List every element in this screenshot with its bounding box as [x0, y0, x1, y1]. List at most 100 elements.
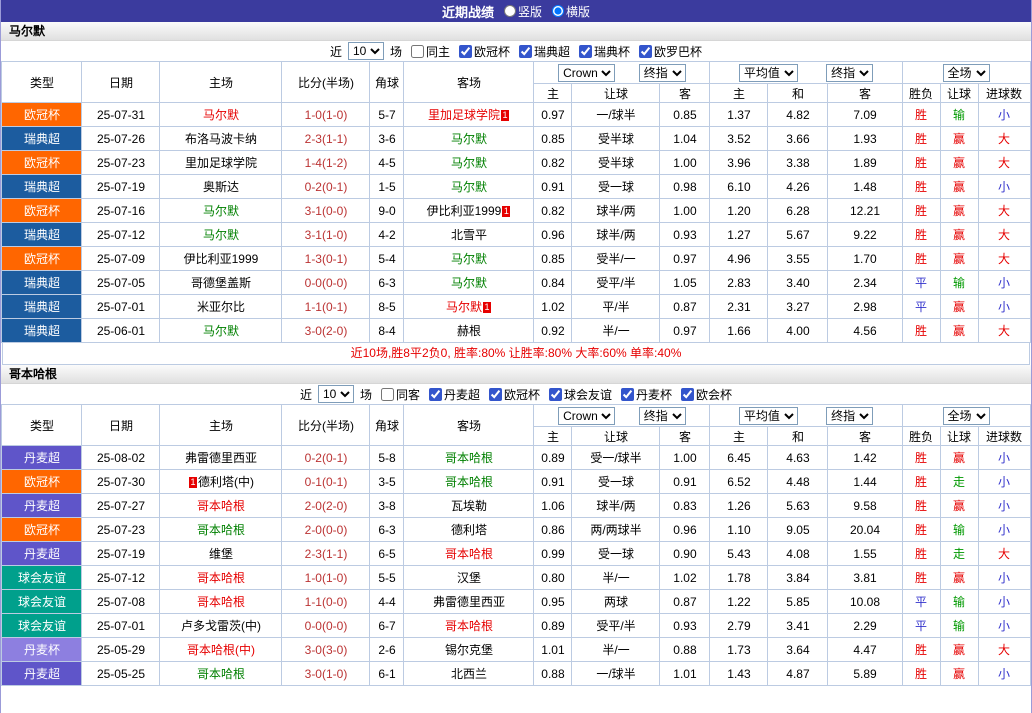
away-team[interactable]: 马尔默1: [446, 300, 492, 314]
home-team[interactable]: 马尔默: [203, 228, 239, 242]
bookmaker-select[interactable]: Crown: [558, 64, 615, 82]
same-venue-filter-checkbox[interactable]: [381, 388, 394, 401]
league-filter[interactable]: 欧罗巴杯: [633, 43, 702, 60]
match-score[interactable]: 1-1(0-1): [282, 295, 370, 319]
home-team[interactable]: 马尔默: [203, 204, 239, 218]
match-score[interactable]: 1-0(1-0): [282, 566, 370, 590]
away-team[interactable]: 哥本哈根: [445, 475, 493, 489]
match-score[interactable]: 0-2(0-1): [282, 446, 370, 470]
league-filter[interactable]: 欧会杯: [675, 386, 732, 403]
league-filter[interactable]: 球会友谊: [543, 386, 612, 403]
league-filter-checkbox[interactable]: [681, 388, 694, 401]
same-venue-filter[interactable]: 同客: [375, 386, 420, 403]
match-score[interactable]: 1-4(1-2): [282, 151, 370, 175]
ah-index-select[interactable]: 终指: [639, 407, 686, 425]
match-score[interactable]: 3-0(1-0): [282, 662, 370, 686]
match-score[interactable]: 0-0(0-0): [282, 614, 370, 638]
away-team[interactable]: 哥本哈根: [445, 547, 493, 561]
euro-avg-select[interactable]: 平均值: [739, 407, 798, 425]
away-team[interactable]: 哥本哈根: [445, 619, 493, 633]
league-filter-checkbox[interactable]: [639, 45, 652, 58]
same-venue-filter-checkbox[interactable]: [411, 45, 424, 58]
away-team[interactable]: 马尔默: [451, 156, 487, 170]
match-score[interactable]: 0-2(0-1): [282, 175, 370, 199]
league-filter-checkbox[interactable]: [489, 388, 502, 401]
home-team[interactable]: 里加足球学院: [185, 156, 257, 170]
home-team[interactable]: 伊比利亚1999: [184, 252, 259, 266]
league-filter-checkbox[interactable]: [429, 388, 442, 401]
home-team[interactable]: 哥本哈根(中): [187, 643, 255, 657]
away-team[interactable]: 马尔默: [451, 180, 487, 194]
home-team[interactable]: 弗雷德里西亚: [185, 451, 257, 465]
away-team[interactable]: 北雪平: [451, 228, 487, 242]
home-team[interactable]: 马尔默: [203, 108, 239, 122]
match-score[interactable]: 3-1(0-0): [282, 199, 370, 223]
away-team[interactable]: 哥本哈根: [445, 451, 493, 465]
home-team[interactable]: 布洛马波卡纳: [185, 132, 257, 146]
layout-option-vertical[interactable]: 竖版: [504, 3, 542, 20]
home-team[interactable]: 1德利塔(中): [188, 475, 254, 489]
match-score[interactable]: 2-0(0-0): [282, 518, 370, 542]
match-score[interactable]: 3-1(1-0): [282, 223, 370, 247]
league-filter-checkbox[interactable]: [549, 388, 562, 401]
away-team[interactable]: 马尔默: [451, 252, 487, 266]
league-filter-checkbox[interactable]: [459, 45, 472, 58]
home-team[interactable]: 哥本哈根: [197, 499, 245, 513]
league-filter-checkbox[interactable]: [519, 45, 532, 58]
league-filter-checkbox[interactable]: [579, 45, 592, 58]
away-team[interactable]: 北西兰: [451, 667, 487, 681]
match-scope-select[interactable]: 全场: [943, 64, 990, 82]
match-score[interactable]: 0-0(0-0): [282, 271, 370, 295]
vertical-layout-radio[interactable]: [504, 5, 516, 17]
euro-index-select[interactable]: 终指: [826, 407, 873, 425]
away-team[interactable]: 马尔默: [451, 276, 487, 290]
home-team[interactable]: 哥本哈根: [197, 523, 245, 537]
euro-avg-select[interactable]: 平均值: [739, 64, 798, 82]
home-team[interactable]: 马尔默: [203, 324, 239, 338]
away-team[interactable]: 赫根: [457, 324, 481, 338]
away-team[interactable]: 锡尔克堡: [445, 643, 493, 657]
match-score[interactable]: 1-0(1-0): [282, 103, 370, 127]
away-team[interactable]: 德利塔: [451, 523, 487, 537]
euro-index-select[interactable]: 终指: [826, 64, 873, 82]
layout-option-horizontal[interactable]: 横版: [552, 3, 590, 20]
league-filter[interactable]: 欧冠杯: [453, 43, 510, 60]
home-team[interactable]: 米亚尔比: [197, 300, 245, 314]
league-filter[interactable]: 丹麦超: [423, 386, 480, 403]
same-venue-filter[interactable]: 同主: [405, 43, 450, 60]
home-team[interactable]: 卢多戈雷茨(中): [181, 619, 261, 633]
home-team[interactable]: 维堡: [209, 547, 233, 561]
match-score[interactable]: 2-3(1-1): [282, 127, 370, 151]
match-score[interactable]: 2-0(2-0): [282, 494, 370, 518]
away-team[interactable]: 汉堡: [457, 571, 481, 585]
away-team[interactable]: 弗雷德里西亚: [433, 595, 505, 609]
home-team[interactable]: 哥本哈根: [197, 571, 245, 585]
league-filter[interactable]: 丹麦杯: [615, 386, 672, 403]
away-team[interactable]: 瓦埃勒: [451, 499, 487, 513]
match-scope-select[interactable]: 全场: [943, 407, 990, 425]
league-filter-checkbox[interactable]: [621, 388, 634, 401]
ah-index-select[interactable]: 终指: [639, 64, 686, 82]
home-team[interactable]: 哥本哈根: [197, 595, 245, 609]
section-malmo: 马尔默 近10场同主欧冠杯瑞典超瑞典杯欧罗巴杯 类型 日期 主场 比分(半场) …: [1, 22, 1031, 365]
away-team[interactable]: 伊比利亚19991: [427, 204, 512, 218]
home-team[interactable]: 哥本哈根: [197, 667, 245, 681]
match-row: 瑞典超25-06-01马尔默3-0(2-0)8-4赫根0.92半/一0.971.…: [2, 319, 1030, 343]
away-team[interactable]: 里加足球学院1: [428, 108, 510, 122]
league-filter[interactable]: 瑞典杯: [573, 43, 630, 60]
home-team[interactable]: 奥斯达: [203, 180, 239, 194]
match-score[interactable]: 1-3(0-1): [282, 247, 370, 271]
league-filter[interactable]: 欧冠杯: [483, 386, 540, 403]
recent-count-select[interactable]: 10: [318, 385, 354, 403]
match-score[interactable]: 3-0(3-0): [282, 638, 370, 662]
league-filter[interactable]: 瑞典超: [513, 43, 570, 60]
bookmaker-select[interactable]: Crown: [558, 407, 615, 425]
match-score[interactable]: 3-0(2-0): [282, 319, 370, 343]
horizontal-layout-radio[interactable]: [552, 5, 564, 17]
away-team[interactable]: 马尔默: [451, 132, 487, 146]
recent-count-select[interactable]: 10: [348, 42, 384, 60]
match-score[interactable]: 1-1(0-0): [282, 590, 370, 614]
match-score[interactable]: 2-3(1-1): [282, 542, 370, 566]
match-score[interactable]: 0-1(0-1): [282, 470, 370, 494]
home-team[interactable]: 哥德堡盖斯: [191, 276, 251, 290]
